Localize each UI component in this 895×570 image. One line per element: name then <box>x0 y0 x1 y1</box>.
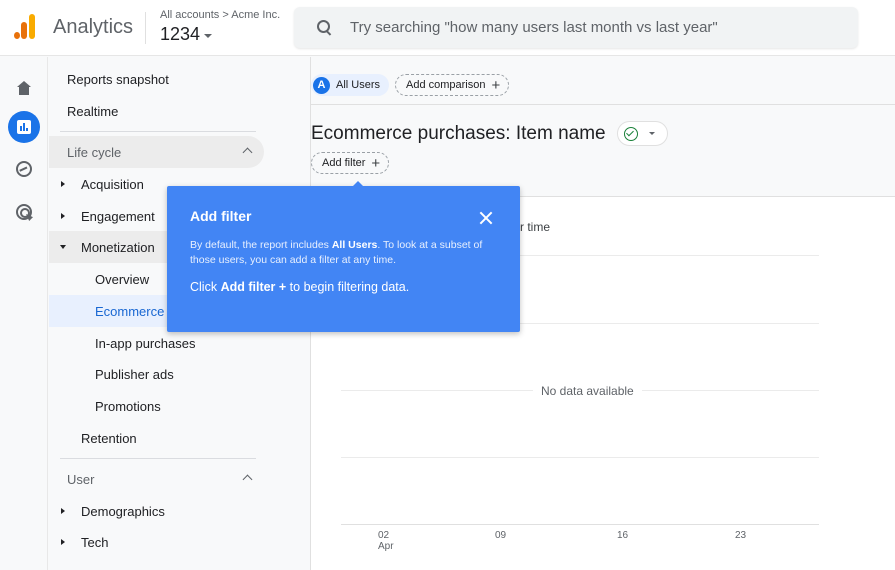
x-tick-label: 23 <box>735 530 747 541</box>
rail-reports-button[interactable] <box>8 111 40 143</box>
app-name: Analytics <box>53 16 134 38</box>
no-data-message: No data available <box>533 384 642 398</box>
nav-item-realtime[interactable]: Realtime <box>49 95 311 127</box>
nav-section-lifecycle[interactable]: Life cycle <box>49 136 264 168</box>
nav-section-user[interactable]: User <box>49 463 264 495</box>
caret-down-icon <box>204 34 213 38</box>
left-rail <box>0 57 48 570</box>
analytics-logo-icon[interactable] <box>13 13 37 39</box>
rail-advertising-button[interactable] <box>8 196 40 228</box>
nav-item-reports-snapshot[interactable]: Reports snapshot <box>49 63 311 95</box>
chart-title: r time <box>520 220 550 234</box>
plus-icon: + <box>371 154 381 172</box>
expand-arrow-icon <box>61 213 65 219</box>
close-icon[interactable] <box>478 210 494 226</box>
account-breadcrumb[interactable]: All accounts > Acme Inc. <box>160 9 280 21</box>
property-selector[interactable]: 1234 <box>160 24 213 45</box>
nav-divider <box>60 458 256 459</box>
segment-chip-all-users[interactable]: A All Users <box>311 74 390 96</box>
popover-body: By default, the report includes All User… <box>190 239 483 266</box>
property-name: 1234 <box>160 24 201 44</box>
chevron-up-icon <box>242 147 253 158</box>
top-app-bar: Analytics All accounts > Acme Inc. 1234 <box>0 0 895 56</box>
caret-down-icon <box>649 132 655 135</box>
search-input[interactable] <box>350 19 830 36</box>
search-icon <box>316 19 334 37</box>
report-header: A All Users Add comparison + Ecommerce p… <box>311 57 895 197</box>
nav-item-demographics[interactable]: Demographics <box>49 495 311 527</box>
nav-item-retention[interactable]: Retention <box>49 422 311 454</box>
plus-icon: + <box>491 76 501 94</box>
check-circle-icon <box>624 126 638 141</box>
nav-item-promotions[interactable]: Promotions <box>49 390 311 422</box>
page-title: Ecommerce purchases: Item name <box>311 123 606 144</box>
rail-explore-button[interactable] <box>8 153 40 185</box>
nav-divider <box>60 131 256 132</box>
popover-title: Add filter <box>190 208 252 224</box>
x-tick-label: 02 Apr <box>378 530 394 552</box>
popover-arrow <box>352 181 364 187</box>
add-filter-popover: Add filter By default, the report includ… <box>167 181 520 332</box>
popover-cta-text: Click Add filter + to begin filtering da… <box>190 280 410 294</box>
bar-chart-icon <box>17 120 31 134</box>
header-divider <box>311 104 895 105</box>
rail-home-button[interactable] <box>8 72 40 104</box>
collapse-arrow-icon <box>60 245 66 249</box>
chevron-up-icon <box>242 474 253 485</box>
nav-item-publisher-ads[interactable]: Publisher ads <box>49 358 311 390</box>
nav-item-tech[interactable]: Tech <box>49 526 311 558</box>
divider <box>145 12 146 44</box>
add-comparison-button[interactable]: Add comparison + <box>395 74 510 96</box>
x-axis-line <box>341 524 819 525</box>
search-bar[interactable] <box>294 7 858 48</box>
report-status-dropdown[interactable] <box>617 121 668 146</box>
gridline <box>341 457 819 458</box>
home-icon <box>17 81 31 95</box>
expand-arrow-icon <box>61 508 65 514</box>
add-filter-button[interactable]: Add filter + <box>311 152 390 174</box>
segment-label: All Users <box>336 79 381 91</box>
expand-arrow-icon <box>61 181 65 187</box>
target-cursor-icon <box>16 204 32 220</box>
x-tick-label: 16 <box>617 530 629 541</box>
explore-icon <box>16 161 32 177</box>
x-tick-label: 09 <box>495 530 507 541</box>
expand-arrow-icon <box>61 539 65 545</box>
segment-avatar: A <box>313 76 330 94</box>
